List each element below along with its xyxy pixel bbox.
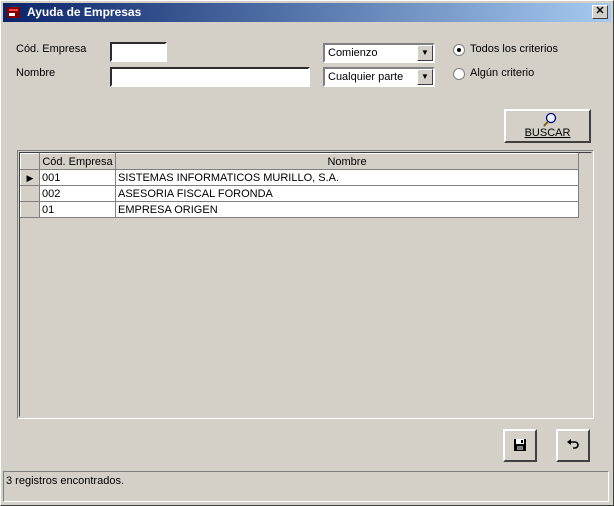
codigo-label: Cód. Empresa xyxy=(16,43,87,55)
results-table: Cód. Empresa Nombre ▶ 001 SISTEMAS INFOR… xyxy=(20,153,579,218)
row-indicator xyxy=(20,185,40,202)
undo-arrow-icon xyxy=(567,439,579,449)
search-button-label: BUSCAR xyxy=(524,127,571,139)
save-button[interactable] xyxy=(503,429,537,462)
radio-algun-label[interactable]: Algún criterio xyxy=(470,67,534,79)
chevron-down-icon[interactable]: ▼ xyxy=(417,45,433,61)
window-title: Ayuda de Empresas xyxy=(27,5,142,19)
column-header-nombre[interactable]: Nombre xyxy=(115,153,579,170)
close-button[interactable]: ✕ xyxy=(592,5,608,19)
nombre-match-select[interactable]: Cualquier parte ▼ xyxy=(323,67,435,87)
column-header-codigo[interactable]: Cód. Empresa xyxy=(39,153,116,170)
table-row[interactable]: 01 EMPRESA ORIGEN xyxy=(20,201,579,218)
row-indicator-header xyxy=(20,153,40,170)
status-bar: 3 registros encontrados. xyxy=(3,471,609,502)
row-indicator xyxy=(20,201,40,218)
close-icon: ✕ xyxy=(595,5,605,17)
current-row-indicator-icon: ▶ xyxy=(20,169,40,186)
table-row[interactable]: ▶ 001 SISTEMAS INFORMATICOS MURILLO, S.A… xyxy=(20,169,579,186)
grid-viewport: Cód. Empresa Nombre ▶ 001 SISTEMAS INFOR… xyxy=(19,152,592,417)
app-icon xyxy=(7,7,20,18)
cell-nombre[interactable]: ASESORIA FISCAL FORONDA xyxy=(115,185,579,202)
table-row[interactable]: 002 ASESORIA FISCAL FORONDA xyxy=(20,185,579,202)
chevron-down-icon[interactable]: ▼ xyxy=(417,69,433,85)
cell-codigo[interactable]: 002 xyxy=(39,185,116,202)
nombre-label: Nombre xyxy=(16,67,56,79)
title-bar[interactable]: Ayuda de Empresas ✕ xyxy=(3,3,611,22)
undo-button[interactable] xyxy=(556,429,590,462)
nombre-input[interactable] xyxy=(110,67,310,87)
radio-algun-criterio[interactable] xyxy=(453,68,465,80)
cell-nombre[interactable]: EMPRESA ORIGEN xyxy=(115,201,579,218)
codigo-match-value: Comienzo xyxy=(328,47,378,59)
radio-todos-label[interactable]: Todos los criterios xyxy=(470,43,558,55)
grid-header-row: Cód. Empresa Nombre xyxy=(20,153,579,170)
floppy-disk-icon xyxy=(514,439,526,451)
results-grid[interactable]: Cód. Empresa Nombre ▶ 001 SISTEMAS INFOR… xyxy=(17,150,594,419)
radio-todos-criterios[interactable] xyxy=(453,44,465,56)
magnifier-icon xyxy=(543,112,557,127)
cell-nombre[interactable]: SISTEMAS INFORMATICOS MURILLO, S.A. xyxy=(115,169,579,186)
nombre-match-value: Cualquier parte xyxy=(328,71,404,83)
app-window: Ayuda de Empresas ✕ Cód. Empresa Nombre … xyxy=(0,0,614,506)
cell-codigo[interactable]: 001 xyxy=(39,169,116,186)
status-text: 3 registros encontrados. xyxy=(6,475,125,487)
cell-codigo[interactable]: 01 xyxy=(39,201,116,218)
codigo-input[interactable] xyxy=(110,42,167,62)
search-button[interactable]: BUSCAR xyxy=(504,109,591,143)
codigo-match-select[interactable]: Comienzo ▼ xyxy=(323,43,435,63)
